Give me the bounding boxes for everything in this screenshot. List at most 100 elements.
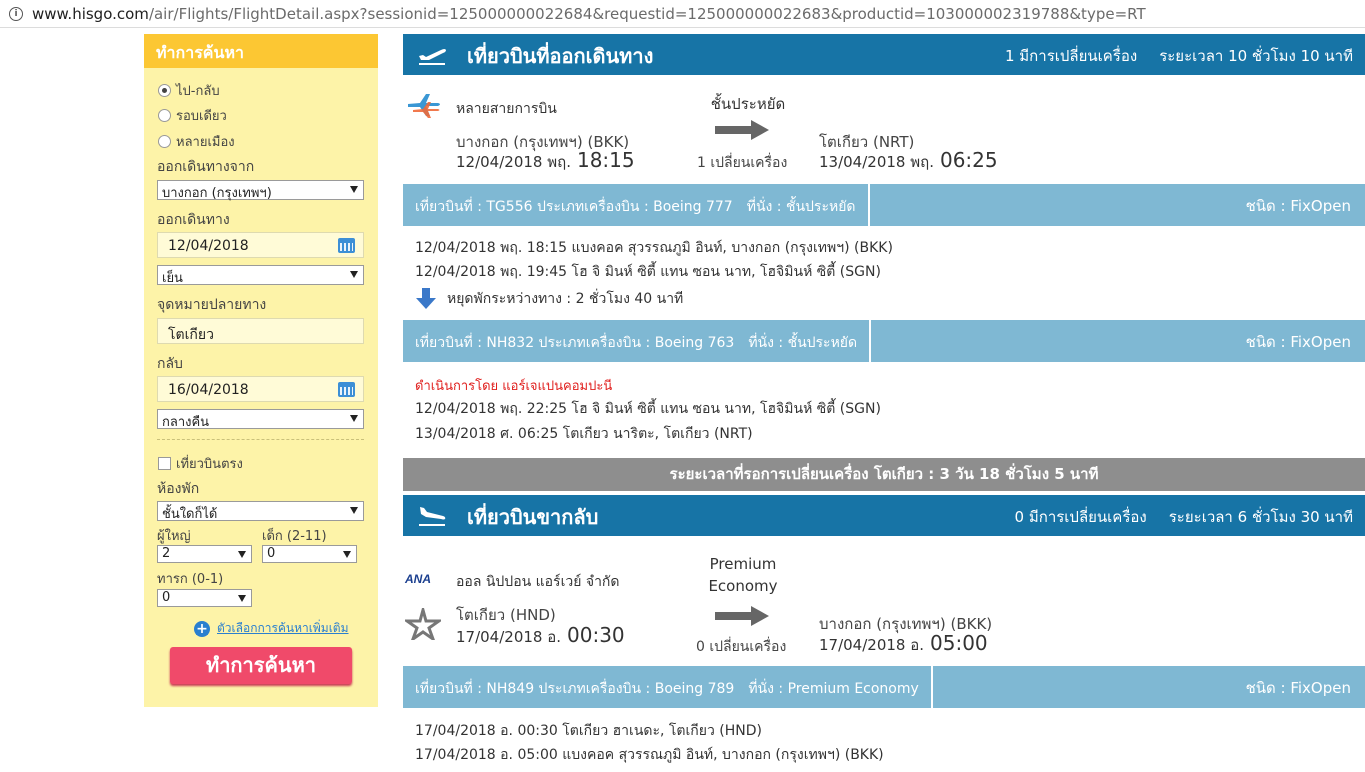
outbound-title: เที่ยวบินที่ออกเดินทาง: [467, 44, 654, 68]
arrow-down-icon: [416, 288, 436, 309]
inbound-from-date: 17/04/2018 อ.: [456, 628, 561, 646]
segment-1-bar: เที่ยวบินที่ : TG556 ประเภทเครื่องบิน : …: [403, 184, 1365, 226]
segment-1-seat: ที่นั่ง : ชั้นประหยัด: [746, 199, 856, 215]
return-date-value: 16/04/2018: [168, 382, 249, 398]
inbound-title: เที่ยวบินขากลับ: [467, 505, 599, 529]
infant-select[interactable]: 0: [157, 589, 252, 607]
segment-2-depart: 12/04/2018 พฤ. 22:25 โฮ จิ มินห์ ซิตี้ แ…: [415, 401, 881, 417]
inbound-from-datetime: 17/04/2018 อ. 00:30: [456, 623, 625, 649]
inbound-duration-summary: ระยะเวลา 6 ชั่วโมง 30 นาที: [1168, 508, 1353, 526]
segment-2-fare-type: ชนิด : FixOpen: [1245, 333, 1351, 351]
chevron-down-icon: [343, 551, 351, 558]
stopover-duration-bar: ระยะเวลาที่รอการเปลี่ยนเครื่อง โตเกียว :…: [403, 458, 1365, 491]
return-date-field[interactable]: 16/04/2018: [157, 376, 364, 402]
trip-type-oneway[interactable]: รอบเดียว: [158, 105, 227, 126]
child-label: เด็ก (2-11): [262, 529, 327, 544]
info-icon[interactable]: i: [9, 6, 23, 21]
destination-label: จุดหมายปลายทาง: [157, 297, 267, 313]
outbound-header: เที่ยวบินที่ออกเดินทาง 1 มีการเปลี่ยนเคร…: [403, 34, 1365, 75]
outbound-summary: 1 มีการเปลี่ยนเครื่อง ระยะเวลา 10 ชั่วโมง…: [1005, 44, 1353, 68]
depart-label: ออกเดินทาง: [157, 212, 230, 228]
child-value: 0: [267, 546, 276, 561]
segment-1-fare-type: ชนิด : FixOpen: [1245, 197, 1351, 215]
url-host: www.hisgo.com: [32, 4, 149, 23]
arrow-right-icon: [715, 606, 769, 626]
adult-select[interactable]: 2: [157, 545, 252, 563]
segment-1-flight: เที่ยวบินที่ : TG556 ประเภทเครื่องบิน : …: [415, 199, 733, 215]
chevron-down-icon: [350, 507, 358, 514]
search-sidebar: ทำการค้นหา ไป-กลับ รอบเดียว หลายเมือง ออ…: [144, 34, 378, 707]
outbound-to-date: 13/04/2018 พฤ.: [819, 153, 934, 171]
search-button[interactable]: ทำการค้นหา: [170, 647, 352, 684]
child-select[interactable]: 0: [262, 545, 357, 563]
outbound-airline: หลายสายการบิน: [456, 101, 557, 117]
calendar-icon[interactable]: [338, 382, 355, 397]
inbound-segment-arrive: 17/04/2018 อ. 05:00 แบงคอค สุวรรณภูมิ อิ…: [415, 747, 884, 763]
cabin-label: ห้องพัก: [157, 481, 200, 497]
inbound-segment-bar: เที่ยวบินที่ : NH849 ประเภทเครื่องบิน : …: [403, 666, 1365, 708]
radio-roundtrip[interactable]: [158, 84, 171, 97]
chevron-down-icon: [350, 186, 358, 193]
inbound-segment-info: เที่ยวบินที่ : NH849 ประเภทเครื่องบิน : …: [403, 666, 933, 708]
segment-2-info: เที่ยวบินที่ : NH832 ประเภทเครื่องบิน : …: [403, 320, 872, 362]
outbound-from-time: 18:15: [576, 148, 635, 172]
destination-field[interactable]: โตเกียว: [157, 318, 364, 344]
adult-value: 2: [162, 546, 171, 561]
layover-text: หยุดพักระหว่างทาง : 2 ชั่วโมง 40 นาที: [447, 291, 684, 307]
outbound-to-time: 06:25: [939, 148, 998, 172]
return-time-select[interactable]: กลางคืน: [157, 409, 364, 430]
url-path: /air/Flights/FlightDetail.aspx?sessionid…: [148, 4, 1146, 23]
infant-label: ทารก (0-1): [157, 572, 224, 587]
layover-info: หยุดพักระหว่างทาง : 2 ชั่วโมง 40 นาที: [415, 288, 683, 310]
direct-flight-label: เที่ยวบินตรง: [176, 457, 243, 472]
outbound-from-date: 12/04/2018 พฤ.: [456, 153, 571, 171]
direct-flight-option[interactable]: เที่ยวบินตรง: [158, 453, 243, 474]
chevron-down-icon: [238, 551, 246, 558]
radio-oneway[interactable]: [158, 109, 171, 122]
segment-2-arrive: 13/04/2018 ศ. 06:25 โตเกียว นาริตะ, โตเก…: [415, 426, 753, 442]
origin-label: ออกเดินทางจาก: [157, 159, 255, 175]
inbound-from-time: 00:30: [567, 623, 625, 647]
outbound-stops-summary: 1 มีการเปลี่ยนเครื่อง: [1004, 47, 1138, 65]
radio-multicity[interactable]: [158, 135, 171, 148]
trip-type-roundtrip[interactable]: ไป-กลับ: [158, 80, 220, 101]
address-bar[interactable]: i www.hisgo.com/air/Flights/FlightDetail…: [0, 0, 1365, 28]
outbound-cabin: ชั้นประหยัด: [710, 95, 786, 113]
segment-2-operated-by: ดำเนินการโดย แอร์เจแปนคอมปะนี: [415, 379, 613, 394]
trip-type-multicity[interactable]: หลายเมือง: [158, 131, 235, 152]
cabin-select[interactable]: ชั้นใดก็ได้: [157, 501, 364, 522]
return-label: กลับ: [157, 356, 183, 372]
chevron-down-icon: [238, 595, 246, 602]
depart-time-value: เย็น: [162, 271, 183, 286]
calendar-icon[interactable]: [338, 238, 355, 253]
outbound-stops: 1 เปลี่ยนเครื่อง: [697, 155, 788, 171]
chevron-down-icon: [350, 271, 358, 278]
segment-1-info: เที่ยวบินที่ : TG556 ประเภทเครื่องบิน : …: [403, 184, 870, 226]
inbound-summary: 0 มีการเปลี่ยนเครื่อง ระยะเวลา 6 ชั่วโมง …: [1015, 505, 1353, 529]
adult-label: ผู้ใหญ่: [157, 529, 191, 544]
plus-icon[interactable]: +: [194, 620, 210, 637]
url-text[interactable]: www.hisgo.com/air/Flights/FlightDetail.a…: [32, 5, 1146, 23]
depart-date-value: 12/04/2018: [168, 238, 249, 254]
plane-landing-icon: [419, 507, 446, 526]
inbound-cabin: Premium Economy: [708, 555, 778, 595]
star-alliance-icon: [405, 608, 441, 640]
depart-time-select[interactable]: เย็น: [157, 265, 364, 286]
more-options-label: ตัวเลือกการค้นหาเพิ่มเติม: [217, 621, 349, 635]
segment-2-seat: ที่นั่ง : ชั้นประหยัด: [748, 335, 858, 351]
ana-logo: ANA: [405, 572, 431, 586]
inbound-segment-flight: เที่ยวบินที่ : NH849 ประเภทเครื่องบิน : …: [415, 681, 735, 697]
inbound-segment-seat: ที่นั่ง : Premium Economy: [748, 681, 919, 697]
outbound-from-datetime: 12/04/2018 พฤ. 18:15: [456, 148, 635, 174]
origin-select[interactable]: บางกอก (กรุงเทพฯ): [157, 180, 364, 201]
more-options-link[interactable]: + ตัวเลือกการค้นหาเพิ่มเติม: [194, 619, 349, 638]
plane-takeoff-icon: [419, 49, 446, 65]
direct-flight-checkbox[interactable]: [158, 457, 171, 470]
segment-2-bar: เที่ยวบินที่ : NH832 ประเภทเครื่องบิน : …: [403, 320, 1365, 362]
divider: [157, 439, 364, 440]
depart-date-field[interactable]: 12/04/2018: [157, 232, 364, 258]
cabin-value: ชั้นใดก็ได้: [162, 507, 218, 522]
segment-2-flight: เที่ยวบินที่ : NH832 ประเภทเครื่องบิน : …: [415, 335, 735, 351]
multi-airline-icon: [408, 94, 440, 118]
inbound-to-datetime: 17/04/2018 อ. 05:00: [819, 631, 988, 657]
